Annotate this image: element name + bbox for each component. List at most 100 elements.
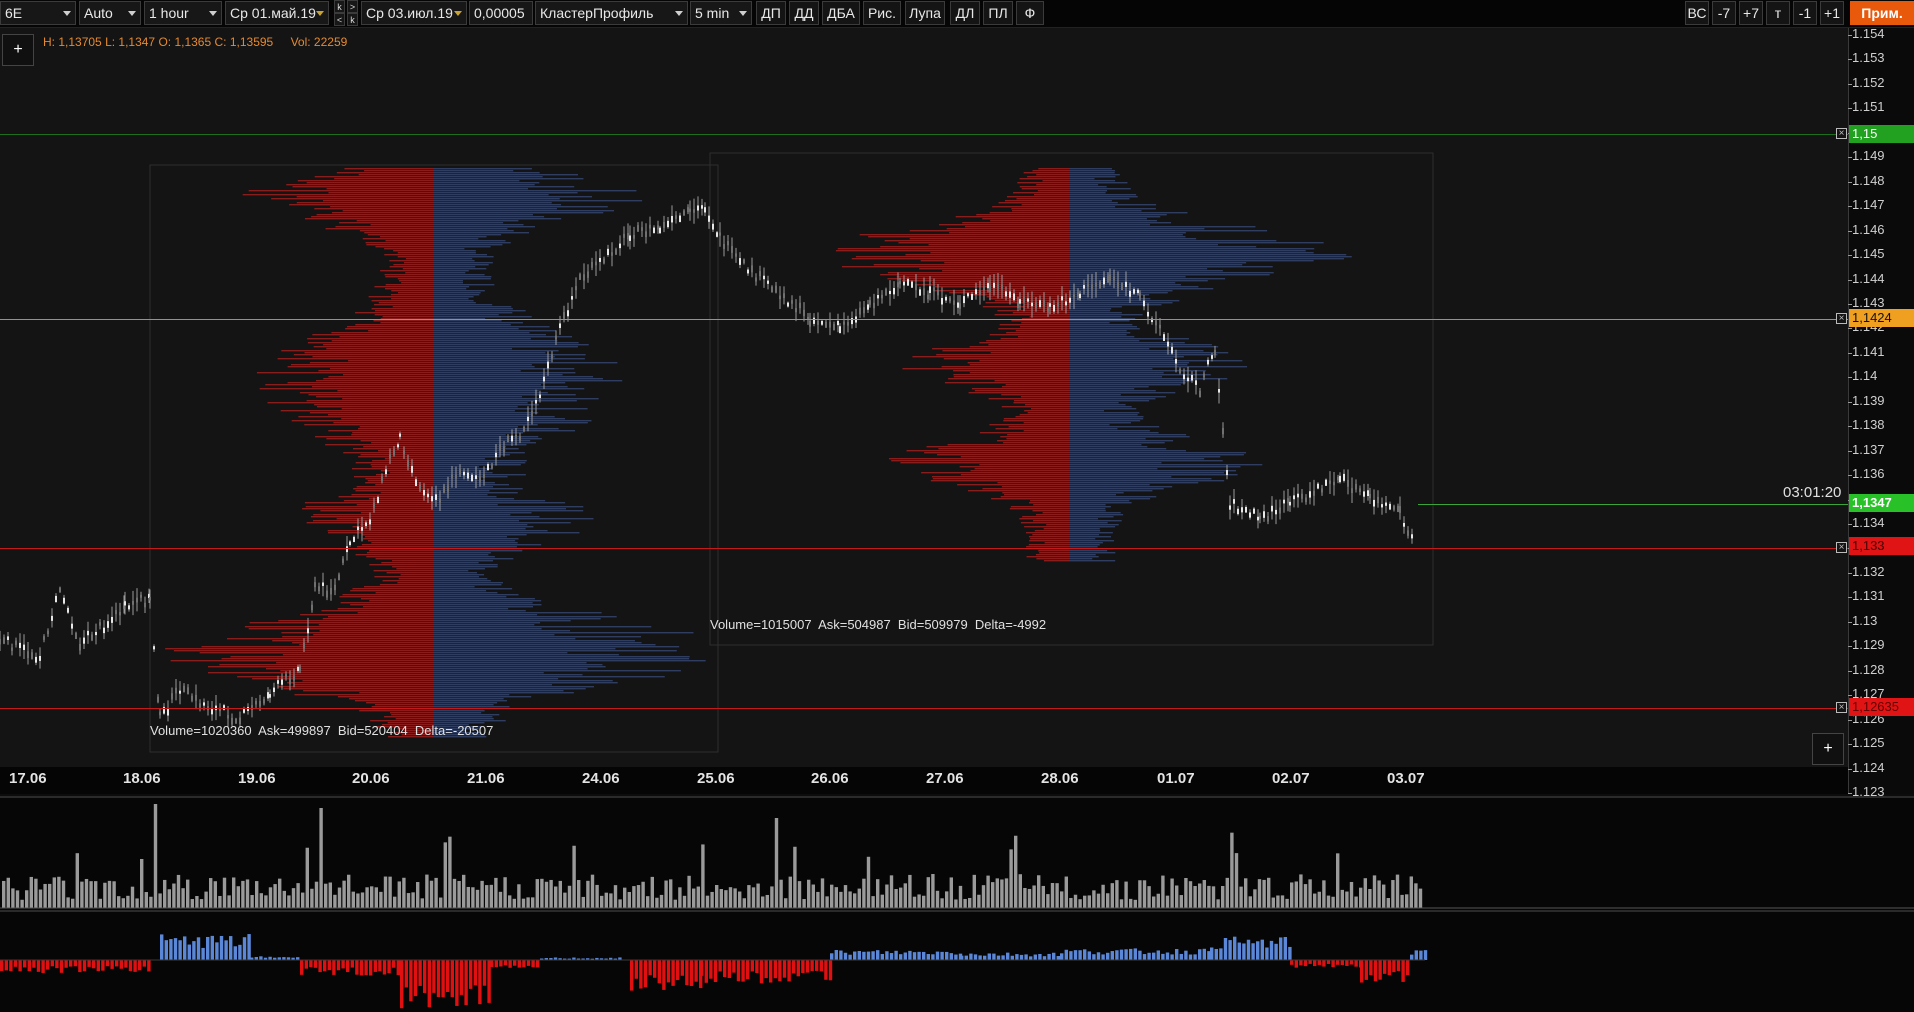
price-tick: 1.137 — [1848, 441, 1885, 457]
price-tick: 1.154 — [1848, 26, 1885, 41]
price-tick: 1.151 — [1848, 99, 1885, 115]
price-tick: 1.138 — [1848, 417, 1885, 433]
price-tick: 1.14 — [1847, 368, 1878, 384]
date-label: 24.06 — [582, 770, 620, 787]
volume-bars — [2, 804, 1423, 908]
volume-profile — [835, 168, 1352, 562]
tick-size-input[interactable]: 0,00005 — [469, 1, 533, 25]
ohlc-close: C: 1,13595 — [214, 35, 274, 49]
toolbar-button-f[interactable]: Ф — [1016, 1, 1044, 25]
price-tick: 1.134 — [1848, 515, 1885, 530]
date-from-picker[interactable]: Ср 01.май.19 — [225, 1, 329, 25]
toolbar-button-magnifier[interactable]: Лупа — [905, 1, 945, 25]
timeframe-select[interactable]: 1 hour — [144, 1, 222, 25]
toolbar-button-vs[interactable]: ВС — [1685, 1, 1709, 25]
chevron-down-icon — [63, 11, 71, 16]
indicator-select[interactable]: КластерПрофиль — [535, 1, 688, 25]
chevron-down-icon — [128, 11, 136, 16]
toolbar-button-dp[interactable]: ДП — [756, 1, 786, 25]
add-pane-button[interactable]: + — [1812, 733, 1844, 765]
toolbar-button-t[interactable]: т — [1766, 1, 1790, 25]
date-label: 26.06 — [811, 770, 849, 787]
volume-profile — [165, 168, 706, 738]
date-label: 28.06 — [1041, 770, 1079, 787]
nav-next-button[interactable]: > — [347, 0, 358, 13]
level-tag-115: 1,15 — [1849, 125, 1914, 143]
toolbar-button-minus7[interactable]: -7 — [1712, 1, 1736, 25]
date-from-label: Ср 01.май.19 — [230, 5, 316, 21]
toolbar-button-draw[interactable]: Рис. — [863, 1, 901, 25]
price-tick: 1.153 — [1848, 50, 1885, 66]
price-chart[interactable] — [0, 28, 1848, 767]
level-line-112635[interactable] — [0, 708, 1848, 709]
price-tick: 1.129 — [1848, 637, 1885, 653]
calendar-chevron-icon — [316, 11, 324, 16]
ohlc-open: O: 1,1365 — [158, 35, 212, 49]
volume-pane[interactable] — [0, 796, 1914, 910]
delta-pane[interactable] — [0, 910, 1914, 1012]
ohlc-high: H: 1,13705 — [43, 35, 102, 49]
price-tick: 1.144 — [1848, 270, 1885, 286]
price-tick: 1.132 — [1848, 563, 1885, 579]
level-line-1133[interactable] — [0, 548, 1848, 549]
last-price-line — [1418, 504, 1848, 505]
price-tick: 1.145 — [1848, 246, 1885, 262]
toolbar-button-pl[interactable]: ПЛ — [983, 1, 1013, 25]
profile-timeframe-select[interactable]: 5 min — [690, 1, 752, 25]
timeframe-label: 1 hour — [149, 5, 189, 21]
toolbar-button-plus7[interactable]: +7 — [1739, 1, 1763, 25]
toolbar: 6E Auto 1 hour Ср 01.май.19 k > < k Ср 0… — [0, 0, 1914, 28]
remove-level-icon[interactable]: × — [1836, 313, 1847, 324]
apply-button[interactable]: Прим. — [1850, 1, 1914, 25]
indicator-label: КластерПрофиль — [540, 5, 654, 21]
level-tag-11424: 1,1424 — [1849, 309, 1914, 327]
date-label: 02.07 — [1272, 770, 1310, 787]
remove-level-icon[interactable]: × — [1836, 702, 1847, 713]
price-tick: 1.131 — [1848, 588, 1885, 604]
ohlc-readout: H: 1,13705 L: 1,1347 O: 1,1365 C: 1,1359… — [43, 35, 347, 49]
nav-prev-button[interactable]: < — [334, 13, 345, 26]
price-tick: 1.139 — [1848, 392, 1885, 408]
chart-canvas — [0, 152, 1434, 753]
profile-timeframe-label: 5 min — [695, 5, 730, 21]
nav-last-button[interactable]: k — [347, 13, 358, 26]
date-label: 27.06 — [926, 770, 964, 787]
date-label: 18.06 — [123, 770, 161, 787]
price-tick: 1.148 — [1848, 172, 1885, 188]
ohlc-volume: Vol: 22259 — [290, 35, 348, 49]
date-axis[interactable] — [0, 767, 1848, 794]
price-tick: 1.152 — [1848, 74, 1885, 90]
price-tick: 1.143 — [1848, 294, 1885, 310]
scale-select[interactable]: Auto — [79, 1, 141, 25]
chevron-down-icon — [675, 11, 683, 16]
profile-stats-1: Volume=1020360 Ask=499897 Bid=520404 Del… — [150, 723, 494, 738]
level-line-11424[interactable] — [0, 319, 1848, 320]
add-indicator-button[interactable]: + — [2, 34, 34, 66]
level-line-115[interactable] — [0, 134, 1848, 135]
last-price-tag: 1,1347 — [1849, 494, 1914, 512]
delta-histogram — [0, 934, 1428, 1009]
toolbar-button-plus1[interactable]: +1 — [1820, 1, 1844, 25]
date-to-picker[interactable]: Ср 03.июл.19 — [361, 1, 467, 25]
price-tick: 1.128 — [1848, 661, 1885, 677]
level-tag-112635: 1,12635 — [1849, 698, 1914, 716]
toolbar-button-dba[interactable]: ДБА — [822, 1, 860, 25]
symbol-select[interactable]: 6E — [0, 1, 76, 25]
remove-level-icon[interactable]: × — [1836, 128, 1847, 139]
nav-first-button[interactable]: k — [334, 0, 345, 13]
scale-label: Auto — [84, 5, 113, 21]
chevron-down-icon — [739, 11, 747, 16]
toolbar-button-dl[interactable]: ДЛ — [950, 1, 980, 25]
date-label: 17.06 — [9, 770, 47, 787]
date-label: 25.06 — [697, 770, 735, 787]
remove-level-icon[interactable]: × — [1836, 542, 1847, 553]
profile-stats-2: Volume=1015007 Ask=504987 Bid=509979 Del… — [710, 617, 1047, 632]
delta-bars — [0, 934, 1428, 1009]
volume-histogram — [0, 804, 1914, 909]
date-label: 20.06 — [352, 770, 390, 787]
chevron-down-icon — [209, 11, 217, 16]
level-tag-1133: 1,133 — [1849, 537, 1914, 555]
toolbar-button-minus1[interactable]: -1 — [1793, 1, 1817, 25]
date-to-label: Ср 03.июл.19 — [366, 5, 453, 21]
toolbar-button-dd[interactable]: ДД — [789, 1, 819, 25]
